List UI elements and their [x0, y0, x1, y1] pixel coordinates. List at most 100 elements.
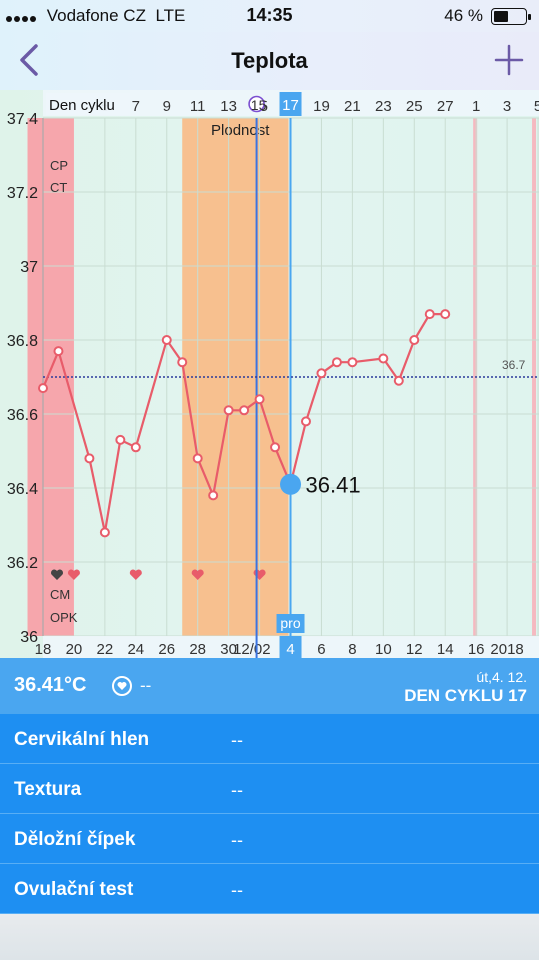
- data-point: [378, 353, 389, 364]
- data-point: [440, 309, 451, 320]
- y-tick-label: 37.2: [7, 185, 38, 202]
- bottom-tick-label: 2018: [490, 641, 523, 658]
- row-label-cp: CP: [50, 158, 68, 173]
- row-label-ct: CT: [50, 180, 67, 195]
- top-tick-label: 23: [375, 98, 392, 115]
- detail-row-texture[interactable]: Textura --: [0, 764, 539, 814]
- selected-temperature: 36.41°C: [14, 674, 87, 696]
- detail-row-ovulation-test[interactable]: Ovulační test --: [0, 864, 539, 914]
- data-point: [424, 309, 435, 320]
- selected-data-point: [280, 473, 302, 495]
- detail-label: Cervikální hlen: [14, 729, 150, 750]
- intercourse-value: --: [140, 676, 152, 695]
- detail-label: Děložní čípek: [14, 829, 136, 850]
- detail-value: --: [231, 830, 243, 850]
- fertile-label: Plodnost: [211, 122, 270, 139]
- bottom-tick-label: 24: [127, 641, 144, 658]
- nav-bar: Teplota: [0, 32, 539, 90]
- y-tick-label: 36.6: [7, 407, 38, 424]
- top-tick-label: 3: [503, 98, 511, 115]
- top-tick-label: 11: [190, 98, 206, 115]
- data-point: [393, 375, 404, 386]
- data-point: [331, 357, 342, 368]
- top-tick-label: 25: [406, 98, 423, 115]
- intercourse-toggle[interactable]: [112, 676, 132, 696]
- data-point: [161, 335, 172, 345]
- top-tick-label: 7: [132, 98, 140, 115]
- status-bar: Vodafone CZ LTE 14:35 46 %: [0, 0, 539, 32]
- data-point: [208, 490, 219, 501]
- data-point: [316, 368, 327, 379]
- data-point: [300, 416, 311, 427]
- data-point: [53, 346, 64, 357]
- top-tick-label: 21: [344, 98, 361, 115]
- data-point: [177, 357, 188, 368]
- bottom-tick-label: 28: [189, 641, 206, 658]
- row-label-opk: OPK: [50, 610, 78, 625]
- day-summary-bar: 36.41°C -- út,4. 12. DEN CYKLU 17: [0, 658, 539, 714]
- data-point: [239, 405, 250, 416]
- data-point: [223, 405, 234, 416]
- temperature-chart[interactable]: Plodnost 37.4 37.2 37 36.8 36.6 36.4 36.2 3 6 5 7 9 1…: [0, 90, 539, 658]
- data-point: [409, 335, 420, 345]
- battery-status: 46 %: [444, 6, 531, 26]
- detail-value: --: [231, 730, 243, 750]
- data-point: [115, 434, 126, 445]
- row-label-cm: CM: [50, 587, 70, 602]
- selected-day-tag: pro: [280, 615, 300, 631]
- detail-value: --: [231, 780, 243, 800]
- bottom-tick-label: 22: [97, 641, 114, 658]
- bottom-tick-label: 20: [66, 641, 83, 658]
- chart-svg[interactable]: Plodnost 37.4 37.2 37 36.8 36.6 36.4 36.2 3 6 5 7 9 1…: [0, 90, 539, 658]
- data-point: [84, 453, 95, 464]
- selected-value-label: 36.41: [306, 472, 361, 497]
- detail-row-cervical-mucus[interactable]: Cervikální hlen --: [0, 714, 539, 764]
- bottom-tick-label: 8: [348, 641, 356, 658]
- bottom-tick-label: 12/02: [233, 641, 271, 658]
- top-axis-label: Den cyklu: [49, 97, 115, 114]
- selected-day-bottom-label: 4: [286, 641, 294, 658]
- cycle-day-label: DEN CYKLU 17: [404, 686, 527, 705]
- y-tick-label: 36.2: [7, 555, 38, 572]
- selected-date: út,4. 12.: [476, 669, 527, 685]
- top-tick-label: 19: [313, 98, 330, 115]
- data-point: [270, 442, 281, 453]
- detail-value: --: [231, 880, 243, 900]
- top-tick-label: 13: [220, 98, 237, 115]
- data-point: [254, 394, 265, 405]
- top-tick-label: 5: [534, 98, 539, 115]
- bottom-tick-label: 14: [437, 641, 454, 658]
- data-point: [130, 442, 141, 453]
- y-tick-label: 37.4: [7, 111, 38, 128]
- battery-percent: 46 %: [444, 6, 483, 25]
- detail-label: Ovulační test: [14, 879, 134, 900]
- page-title: Teplota: [231, 48, 308, 73]
- detail-row-cervix[interactable]: Děložní čípek --: [0, 814, 539, 864]
- bottom-tick-label: 10: [375, 641, 392, 658]
- data-point: [38, 383, 48, 394]
- data-point: [192, 453, 203, 464]
- top-tick-label: 27: [437, 98, 454, 115]
- coverline-label: 36.7: [502, 358, 526, 372]
- y-tick-label: 37: [20, 259, 38, 276]
- y-tick-label: 36.8: [7, 333, 38, 350]
- battery-icon: [491, 7, 531, 25]
- bottom-tick-label: 18: [35, 641, 52, 658]
- bottom-area: [0, 914, 539, 960]
- detail-list: Cervikální hlen -- Textura -- Děložní čí…: [0, 714, 539, 914]
- top-tick-label: 9: [163, 98, 171, 115]
- add-button[interactable]: [493, 42, 525, 78]
- y-tick-label: 36.4: [7, 481, 38, 498]
- plus-icon: [494, 44, 524, 76]
- data-point: [99, 527, 110, 538]
- bottom-tick-label: 12: [406, 641, 423, 658]
- selected-day-top-label: 17: [282, 97, 299, 114]
- bottom-tick-label: 26: [158, 641, 175, 658]
- bottom-tick-label: 6: [317, 641, 325, 658]
- data-point: [347, 357, 358, 368]
- heart-icon: [117, 682, 127, 690]
- bottom-tick-label: 16: [468, 641, 485, 658]
- top-tick-label: 15: [251, 97, 267, 113]
- detail-label: Textura: [14, 779, 82, 800]
- top-tick-label: 1: [472, 98, 480, 115]
